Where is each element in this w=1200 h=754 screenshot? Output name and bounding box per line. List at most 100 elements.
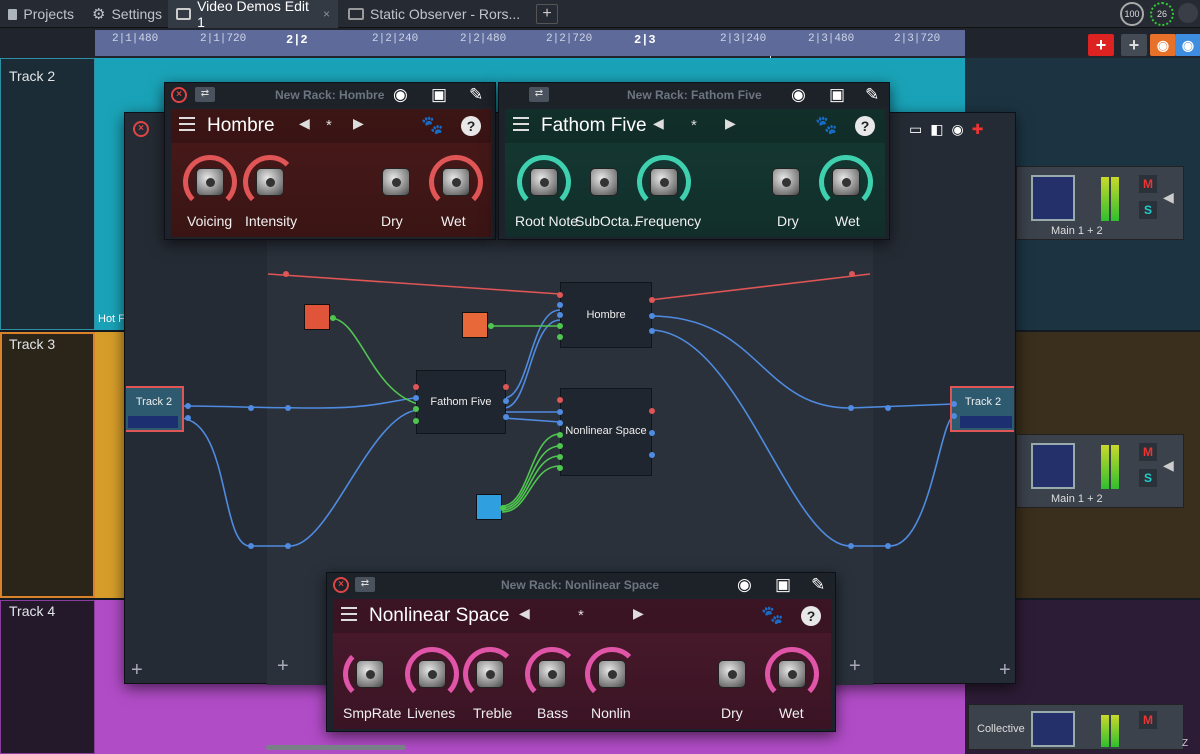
port[interactable] <box>649 297 655 303</box>
port[interactable] <box>557 443 563 449</box>
port[interactable] <box>503 398 509 404</box>
swap-icon[interactable]: ⇄ <box>195 87 215 102</box>
eye-icon[interactable]: ◉ <box>393 86 408 104</box>
port[interactable] <box>248 543 254 549</box>
port[interactable] <box>557 420 563 426</box>
port[interactable] <box>185 415 191 421</box>
help-icon[interactable]: ? <box>855 116 875 136</box>
knob-sub-octave[interactable] <box>577 155 631 209</box>
port[interactable] <box>848 405 854 411</box>
port[interactable] <box>951 401 957 407</box>
rack-window-fathom-five[interactable]: ⇄ New Rack: Fathom Five ◉ ▣ ✎ Fathom Fiv… <box>498 82 890 240</box>
port[interactable] <box>557 465 563 471</box>
knob-root-note[interactable] <box>517 155 571 209</box>
port[interactable] <box>557 292 563 298</box>
close-icon[interactable]: × <box>171 87 187 103</box>
rack-window-hombre[interactable]: × ⇄ New Rack: Hombre ◉ ▣ ✎ Hombre ◀ * ▶ … <box>164 82 496 240</box>
knob-liveness[interactable] <box>405 647 459 701</box>
prev-preset-icon[interactable]: ◀ <box>519 605 530 622</box>
menu-icon[interactable] <box>513 117 529 131</box>
node-nonlinear-space[interactable]: Nonlinear Space <box>560 388 652 476</box>
window-titlebar[interactable]: ⇄ New Rack: Fathom Five ◉ ▣ ✎ <box>499 83 889 107</box>
port[interactable] <box>330 315 336 321</box>
window-titlebar[interactable]: × ⇄ New Rack: Nonlinear Space ◉ ▣ ✎ <box>327 573 835 597</box>
knob-wet[interactable] <box>429 155 483 209</box>
knob-dry[interactable] <box>759 155 813 209</box>
port[interactable] <box>413 395 419 401</box>
prev-preset-icon[interactable]: ◀ <box>299 115 310 132</box>
port[interactable] <box>557 454 563 460</box>
knob-intensity[interactable] <box>243 155 297 209</box>
port[interactable] <box>649 328 655 334</box>
lfo-module-icon[interactable] <box>462 312 488 338</box>
port[interactable] <box>649 408 655 414</box>
port[interactable] <box>285 543 291 549</box>
knob-nonlin[interactable] <box>585 647 639 701</box>
knob-wet[interactable] <box>765 647 819 701</box>
pin-icon[interactable]: ✎ <box>865 86 879 104</box>
help-icon[interactable]: ? <box>801 606 821 626</box>
port[interactable] <box>503 384 509 390</box>
pin-icon[interactable]: ✎ <box>469 86 483 104</box>
swap-icon[interactable]: ⇄ <box>529 87 549 102</box>
port[interactable] <box>849 271 855 277</box>
port[interactable] <box>248 405 254 411</box>
port[interactable] <box>649 452 655 458</box>
port[interactable] <box>413 406 419 412</box>
port[interactable] <box>500 505 506 511</box>
port[interactable] <box>885 543 891 549</box>
node-fathom-five[interactable]: Fathom Five <box>416 370 506 434</box>
port[interactable] <box>413 418 419 424</box>
port[interactable] <box>557 432 563 438</box>
pin-icon[interactable]: ✎ <box>811 576 825 594</box>
port[interactable] <box>557 312 563 318</box>
menu-icon[interactable] <box>179 117 195 131</box>
controller-module-icon[interactable] <box>476 494 502 520</box>
next-preset-icon[interactable]: ▶ <box>633 605 644 622</box>
port[interactable] <box>503 414 509 420</box>
next-preset-icon[interactable]: ▶ <box>725 115 736 132</box>
horizontal-scrollbar[interactable] <box>266 745 406 750</box>
port[interactable] <box>283 271 289 277</box>
knob-dry[interactable] <box>705 647 759 701</box>
preset-name[interactable]: * <box>691 117 697 134</box>
node-hombre[interactable]: Hombre <box>560 282 652 348</box>
envelope-module-icon[interactable] <box>304 304 330 330</box>
port[interactable] <box>557 302 563 308</box>
knob-dry[interactable] <box>369 155 423 209</box>
port[interactable] <box>649 313 655 319</box>
knob-smprate[interactable] <box>343 647 397 701</box>
knob-wet[interactable] <box>819 155 873 209</box>
help-icon[interactable]: ? <box>461 116 481 136</box>
next-preset-icon[interactable]: ▶ <box>353 115 364 132</box>
knob-treble[interactable] <box>463 647 517 701</box>
camera-icon[interactable]: ▣ <box>829 86 845 104</box>
window-titlebar[interactable]: × ⇄ New Rack: Hombre ◉ ▣ ✎ <box>165 83 495 107</box>
port[interactable] <box>185 403 191 409</box>
close-icon[interactable]: × <box>333 577 349 593</box>
camera-icon[interactable]: ▣ <box>775 576 791 594</box>
port[interactable] <box>649 430 655 436</box>
preset-name[interactable]: * <box>578 607 584 624</box>
knob-frequency[interactable] <box>637 155 691 209</box>
port[interactable] <box>951 413 957 419</box>
port[interactable] <box>557 323 563 329</box>
swap-icon[interactable]: ⇄ <box>355 577 375 592</box>
port[interactable] <box>848 543 854 549</box>
prev-preset-icon[interactable]: ◀ <box>653 115 664 132</box>
port[interactable] <box>557 409 563 415</box>
menu-icon[interactable] <box>341 607 357 621</box>
camera-icon[interactable]: ▣ <box>431 86 447 104</box>
knob-voicing[interactable] <box>183 155 237 209</box>
graph-output-node[interactable]: Track 2 <box>950 386 1014 432</box>
port[interactable] <box>557 334 563 340</box>
rack-window-nonlinear-space[interactable]: × ⇄ New Rack: Nonlinear Space ◉ ▣ ✎ Nonl… <box>326 572 836 732</box>
knob-bass[interactable] <box>525 647 579 701</box>
port[interactable] <box>885 405 891 411</box>
port[interactable] <box>413 384 419 390</box>
graph-input-node[interactable]: Track 2 <box>126 386 184 432</box>
port[interactable] <box>488 323 494 329</box>
port[interactable] <box>557 397 563 403</box>
eye-icon[interactable]: ◉ <box>737 576 752 594</box>
preset-name[interactable]: * <box>326 117 332 134</box>
